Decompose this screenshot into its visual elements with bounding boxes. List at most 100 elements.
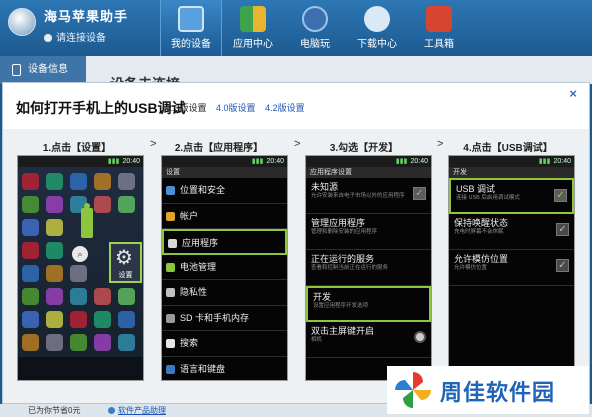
settings-menu-row: 电池管理 (162, 255, 287, 280)
settings-menu-row: 位置和安全 (162, 178, 287, 204)
connection-status-label: 请连接设备 (56, 33, 106, 44)
pinwheel-logo-icon (395, 372, 431, 408)
app-icon (70, 265, 87, 282)
phone-status-bar: ▮▮▮ 20:40 (162, 156, 287, 167)
watermark: 周佳软件园 (387, 366, 589, 414)
app-icon (22, 288, 39, 305)
app-icon (46, 242, 63, 259)
product-assistant-link[interactable]: 软件产品助理 (118, 404, 166, 417)
app-icon (46, 196, 63, 213)
app-icon (46, 173, 63, 190)
pointer-tag-icon (81, 203, 93, 238)
menu-item-icon (166, 262, 175, 272)
nav-toolbox[interactable]: 工具箱 (408, 0, 470, 56)
app-icon (46, 334, 63, 351)
app-icon (70, 173, 87, 190)
step-4-label: 4.点击【USB调试】 (463, 143, 553, 154)
app-icon (46, 288, 63, 305)
watermark-text: 周佳软件园 (440, 380, 556, 405)
nav-pc-play[interactable]: 电脑玩 (284, 0, 346, 56)
phone-status-bar: ▮▮▮ 20:40 (18, 156, 143, 167)
sidebar-item-device-info[interactable]: 设备信息 (0, 56, 86, 84)
app-icon (46, 219, 63, 236)
step-2-label: 2.点击【应用程序】 (174, 143, 264, 154)
settings-app-highlight: ⚙ 设置 (109, 242, 142, 283)
app-settings-row: 双击主屏键开启 相机 (306, 322, 431, 358)
menu-item-icon (166, 339, 175, 348)
tab-version-4-0[interactable]: 4.0版设置 (216, 103, 256, 113)
phone-screen-app-settings: ▮▮▮ 20:40 应用程序设置 未知源 允许安装来自电子市场以外的应用程序 ✓ 管理应… (305, 155, 432, 381)
tab-version-4-2[interactable]: 4.2版设置 (265, 103, 305, 113)
app-icon (94, 334, 111, 351)
app-icon (118, 196, 135, 213)
app-settings-row: 正在运行的服务 查看和控制当前正在运行的服务 (306, 250, 431, 286)
close-icon[interactable]: × (569, 86, 577, 101)
app-settings-row: 管理应用程序 管理和删除安装的应用程序 (306, 214, 431, 250)
checkbox-icon: ✓ (556, 259, 569, 272)
app-icon (70, 311, 87, 328)
settings-menu-row: 搜索 (162, 331, 287, 357)
menu-item-icon (166, 313, 175, 323)
app-icon (22, 219, 39, 236)
settings-menu-row: SD 卡和手机内存 (162, 306, 287, 331)
app-logo-icon (8, 8, 36, 36)
menu-item-icon (166, 186, 175, 195)
app-icon (70, 334, 87, 351)
app-icon (94, 288, 111, 305)
phone-screen-development: ▮▮▮ 20:40 开发 USB 调试 连接 USB 后启用调试模式 ✓ 保持唤醒状态充… (448, 155, 575, 381)
menu-item-icon (168, 239, 177, 248)
nav-my-device[interactable]: 我的设备 (160, 0, 222, 56)
search-icon: ⌕ (72, 246, 88, 262)
step-arrow: > (437, 138, 444, 150)
step-1-label: 1.点击【设置】 (42, 143, 112, 154)
savings-text: 已为你节省0元 (28, 406, 81, 415)
app-settings-row: 开发 设置应用程序开发选项 (306, 286, 431, 322)
app-icon (46, 265, 63, 282)
app-icon (118, 288, 135, 305)
phone-screen-home: ▮▮▮ 20:40 ⌕ ⚙ 设置 (17, 155, 144, 381)
app-icon (46, 311, 63, 328)
connection-status[interactable]: 请连接设备 (44, 29, 106, 44)
info-icon (108, 407, 115, 414)
nav-app-center[interactable]: 应用中心 (222, 0, 284, 56)
checkbox-icon: ✓ (554, 189, 567, 202)
phone-status-bar: ▮▮▮ 20:40 (449, 156, 574, 167)
app-icon (22, 311, 39, 328)
developer-option-row: USB 调试 连接 USB 后启用调试模式 ✓ (449, 178, 574, 214)
settings-menu-row: 应用程序 (162, 229, 287, 255)
status-dot-icon (44, 34, 52, 42)
app-icon (94, 173, 111, 190)
nav-download-center[interactable]: 下载中心 (346, 0, 408, 56)
tab-version-2-3[interactable]: 2.3版设置 (167, 103, 207, 113)
menu-item-icon (166, 211, 175, 221)
dialog-title: 如何打开手机上的USB调试 (16, 100, 186, 116)
toolbox-icon (426, 6, 452, 32)
app-icon (94, 196, 111, 213)
settings-menu-row: 帐户 (162, 204, 287, 229)
checkbox-icon: ✓ (413, 187, 426, 200)
steps-area: 1.点击【设置】 > 2.点击【应用程序】 > 3.勾选【开发】 > 4.点击【… (3, 129, 589, 403)
radio-icon (414, 331, 426, 343)
step-3-label: 3.勾选【开发】 (329, 143, 399, 154)
cloud-download-icon (364, 6, 390, 32)
app-icon (22, 196, 39, 213)
version-tabs: 2.3版设置 4.0版设置 4.2版设置 (167, 101, 312, 114)
gear-icon: ⚙ (115, 247, 133, 269)
phone-status-bar: ▮▮▮ 20:40 (306, 156, 431, 167)
app-icon (22, 265, 39, 282)
app-icon (70, 288, 87, 305)
checkbox-icon: ✓ (556, 223, 569, 236)
apps-icon (240, 6, 266, 32)
step-arrow: > (294, 138, 301, 150)
app-icon (94, 311, 111, 328)
settings-menu-row: 隐私性 (162, 280, 287, 306)
home-screen: ⌕ ⚙ 设置 (18, 167, 143, 380)
usb-debug-dialog: 如何打开手机上的USB调试 2.3版设置 4.0版设置 4.2版设置 × 1.点… (2, 82, 590, 404)
app-icon (22, 334, 39, 351)
settings-menu-row: 语言和键盘 (162, 357, 287, 381)
step-arrow: > (150, 138, 157, 150)
app-icon (22, 242, 39, 259)
phone-dock (18, 357, 143, 380)
developer-option-row: 保持唤醒状态 充电时屏幕不会休眠 ✓ (449, 214, 574, 250)
menu-item-icon (166, 288, 175, 297)
